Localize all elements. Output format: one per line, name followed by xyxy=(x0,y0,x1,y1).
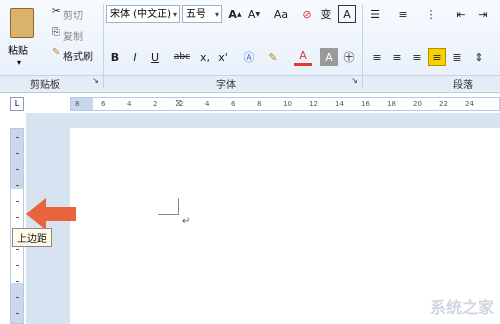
change-case-button[interactable]: Aa xyxy=(270,5,292,23)
font-name-select[interactable]: 宋体 (中文正) ▾ xyxy=(106,5,180,23)
format-painter-icon[interactable]: ✎ xyxy=(52,47,60,58)
ruler-tick-label: 24 xyxy=(465,100,474,108)
shrink-font-icon[interactable]: A ▼ xyxy=(245,5,263,23)
ruler-tick xyxy=(16,185,19,186)
ruler-tick-label: 6 xyxy=(231,100,236,108)
ruler-tick xyxy=(16,217,19,218)
arrow-icon xyxy=(26,198,76,230)
font-color-button[interactable]: A xyxy=(294,48,312,66)
watermark-logo: 系统之家 xyxy=(429,298,494,317)
subscript-button[interactable]: x, xyxy=(196,48,214,66)
character-border-button[interactable]: A xyxy=(338,5,356,23)
ruler-tick-label: 4 xyxy=(127,100,132,108)
ruler-tick xyxy=(16,153,19,154)
paste-label: 粘贴 xyxy=(8,46,28,57)
ruler-tick-label: 14 xyxy=(335,100,344,108)
dialog-launcher-icon[interactable]: ↘ xyxy=(351,76,358,85)
paste-dropdown-icon[interactable]: ▾ xyxy=(17,58,21,67)
align-left-icon[interactable]: ≡ xyxy=(368,48,386,66)
paste-icon xyxy=(10,8,34,38)
format-painter-button[interactable]: 格式刷 xyxy=(63,48,93,63)
underline-button[interactable]: U xyxy=(146,48,164,66)
text-effect-icon[interactable]: Ⓐ xyxy=(240,48,258,66)
enclose-characters-icon[interactable]: ㊉ xyxy=(340,48,358,66)
line-spacing-icon[interactable]: ⇕ xyxy=(470,48,488,66)
ruler-tick xyxy=(16,137,19,138)
grow-font-icon[interactable]: A ▲ xyxy=(226,5,244,23)
ruler-tick-label: 20 xyxy=(413,100,422,108)
vertical-ruler[interactable] xyxy=(10,128,24,324)
ruler-tick-label: 8 xyxy=(75,100,80,108)
align-right-icon[interactable]: ≡ xyxy=(408,48,426,66)
ruler-tick-label: 2 xyxy=(153,100,158,108)
italic-button[interactable]: I xyxy=(126,48,144,66)
chevron-down-icon: ▾ xyxy=(172,10,177,19)
superscript-button[interactable]: x' xyxy=(214,48,232,66)
strikethrough-button[interactable]: abc xyxy=(170,48,194,66)
ruler-tick-label: 12 xyxy=(309,100,318,108)
numbering-icon[interactable]: ≡ xyxy=(394,5,412,23)
increase-indent-icon[interactable]: ⇥ xyxy=(474,5,492,23)
ruler-tick xyxy=(16,201,19,202)
ruler-tick-label: 6 xyxy=(101,100,106,108)
ruler-tick-label: 4 xyxy=(205,100,210,108)
clipboard-group-label: 剪贴板 xyxy=(30,80,60,91)
font-size-value: 五号 xyxy=(186,9,206,20)
clear-format-icon[interactable]: ⊘ xyxy=(298,5,316,23)
font-name-value: 宋体 (中文正) xyxy=(110,9,171,20)
distributed-icon[interactable]: ≣ xyxy=(448,48,466,66)
horizontal-ruler[interactable]: 8 6 4 2 2 4 6 8 10 12 14 16 18 20 22 24 ⧖ xyxy=(70,97,500,111)
ruler-tick xyxy=(16,169,19,170)
cut-icon[interactable]: ✂ xyxy=(52,6,60,17)
ruler-tick xyxy=(16,249,19,250)
dialog-launcher-icon[interactable]: ↘ xyxy=(92,76,99,85)
indent-marker-icon[interactable]: ⧖ xyxy=(175,98,182,109)
ruler-margin-shade xyxy=(11,129,23,189)
ruler-tick xyxy=(16,265,19,266)
chevron-down-icon: ▾ xyxy=(214,10,219,19)
paragraph-mark: ↵ xyxy=(182,216,191,227)
ruler-tick-label: 18 xyxy=(387,100,396,108)
paragraph-group-label: 段落 xyxy=(453,80,473,91)
ruler-tick-label: 8 xyxy=(257,100,262,108)
character-shading-button[interactable]: A xyxy=(320,48,338,66)
copy-button[interactable]: 复制 xyxy=(63,28,83,43)
ruler-tick xyxy=(16,313,19,314)
paste-button[interactable]: 粘贴 ▾ xyxy=(4,6,38,68)
align-center-icon[interactable]: ≡ xyxy=(388,48,406,66)
ruler-margin-shade xyxy=(11,283,23,323)
ruler-tick-label: 10 xyxy=(283,100,292,108)
ruler-tick xyxy=(16,297,19,298)
font-group-bar: 字体 ↘ xyxy=(104,75,362,91)
cut-button[interactable]: 剪切 xyxy=(63,7,83,22)
phonetic-guide-button[interactable]: 变 xyxy=(317,5,335,23)
ruler-tick xyxy=(16,281,19,282)
tab-stop-label: L xyxy=(14,99,20,108)
tab-stop-selector[interactable]: L xyxy=(10,97,24,111)
top-margin-tooltip: 上边距 xyxy=(12,228,52,247)
bold-button[interactable]: B xyxy=(106,48,124,66)
highlight-icon[interactable]: ✎ xyxy=(264,48,282,66)
margin-corner-mark xyxy=(158,198,179,215)
paragraph-group-bar: 段落 xyxy=(363,75,500,91)
font-size-select[interactable]: 五号 ▾ xyxy=(182,5,222,23)
justify-icon[interactable]: ≡ xyxy=(428,48,446,66)
multilevel-list-icon[interactable]: ⋮ xyxy=(422,5,440,23)
font-group-label: 字体 xyxy=(216,80,236,91)
clipboard-group-bar: 剪贴板 ↘ xyxy=(0,75,103,91)
decrease-indent-icon[interactable]: ⇤ xyxy=(452,5,470,23)
copy-icon[interactable]: ⎘ xyxy=(52,27,60,38)
ribbon: 粘贴 ▾ ✂ 剪切 ⎘ 复制 ✎ 格式刷 宋体 (中文正) ▾ 五号 ▾ A ▲ … xyxy=(0,0,500,93)
ruler-tick-label: 16 xyxy=(361,100,370,108)
bullets-icon[interactable]: ☰ xyxy=(366,5,384,23)
ruler-tick-label: 22 xyxy=(439,100,448,108)
